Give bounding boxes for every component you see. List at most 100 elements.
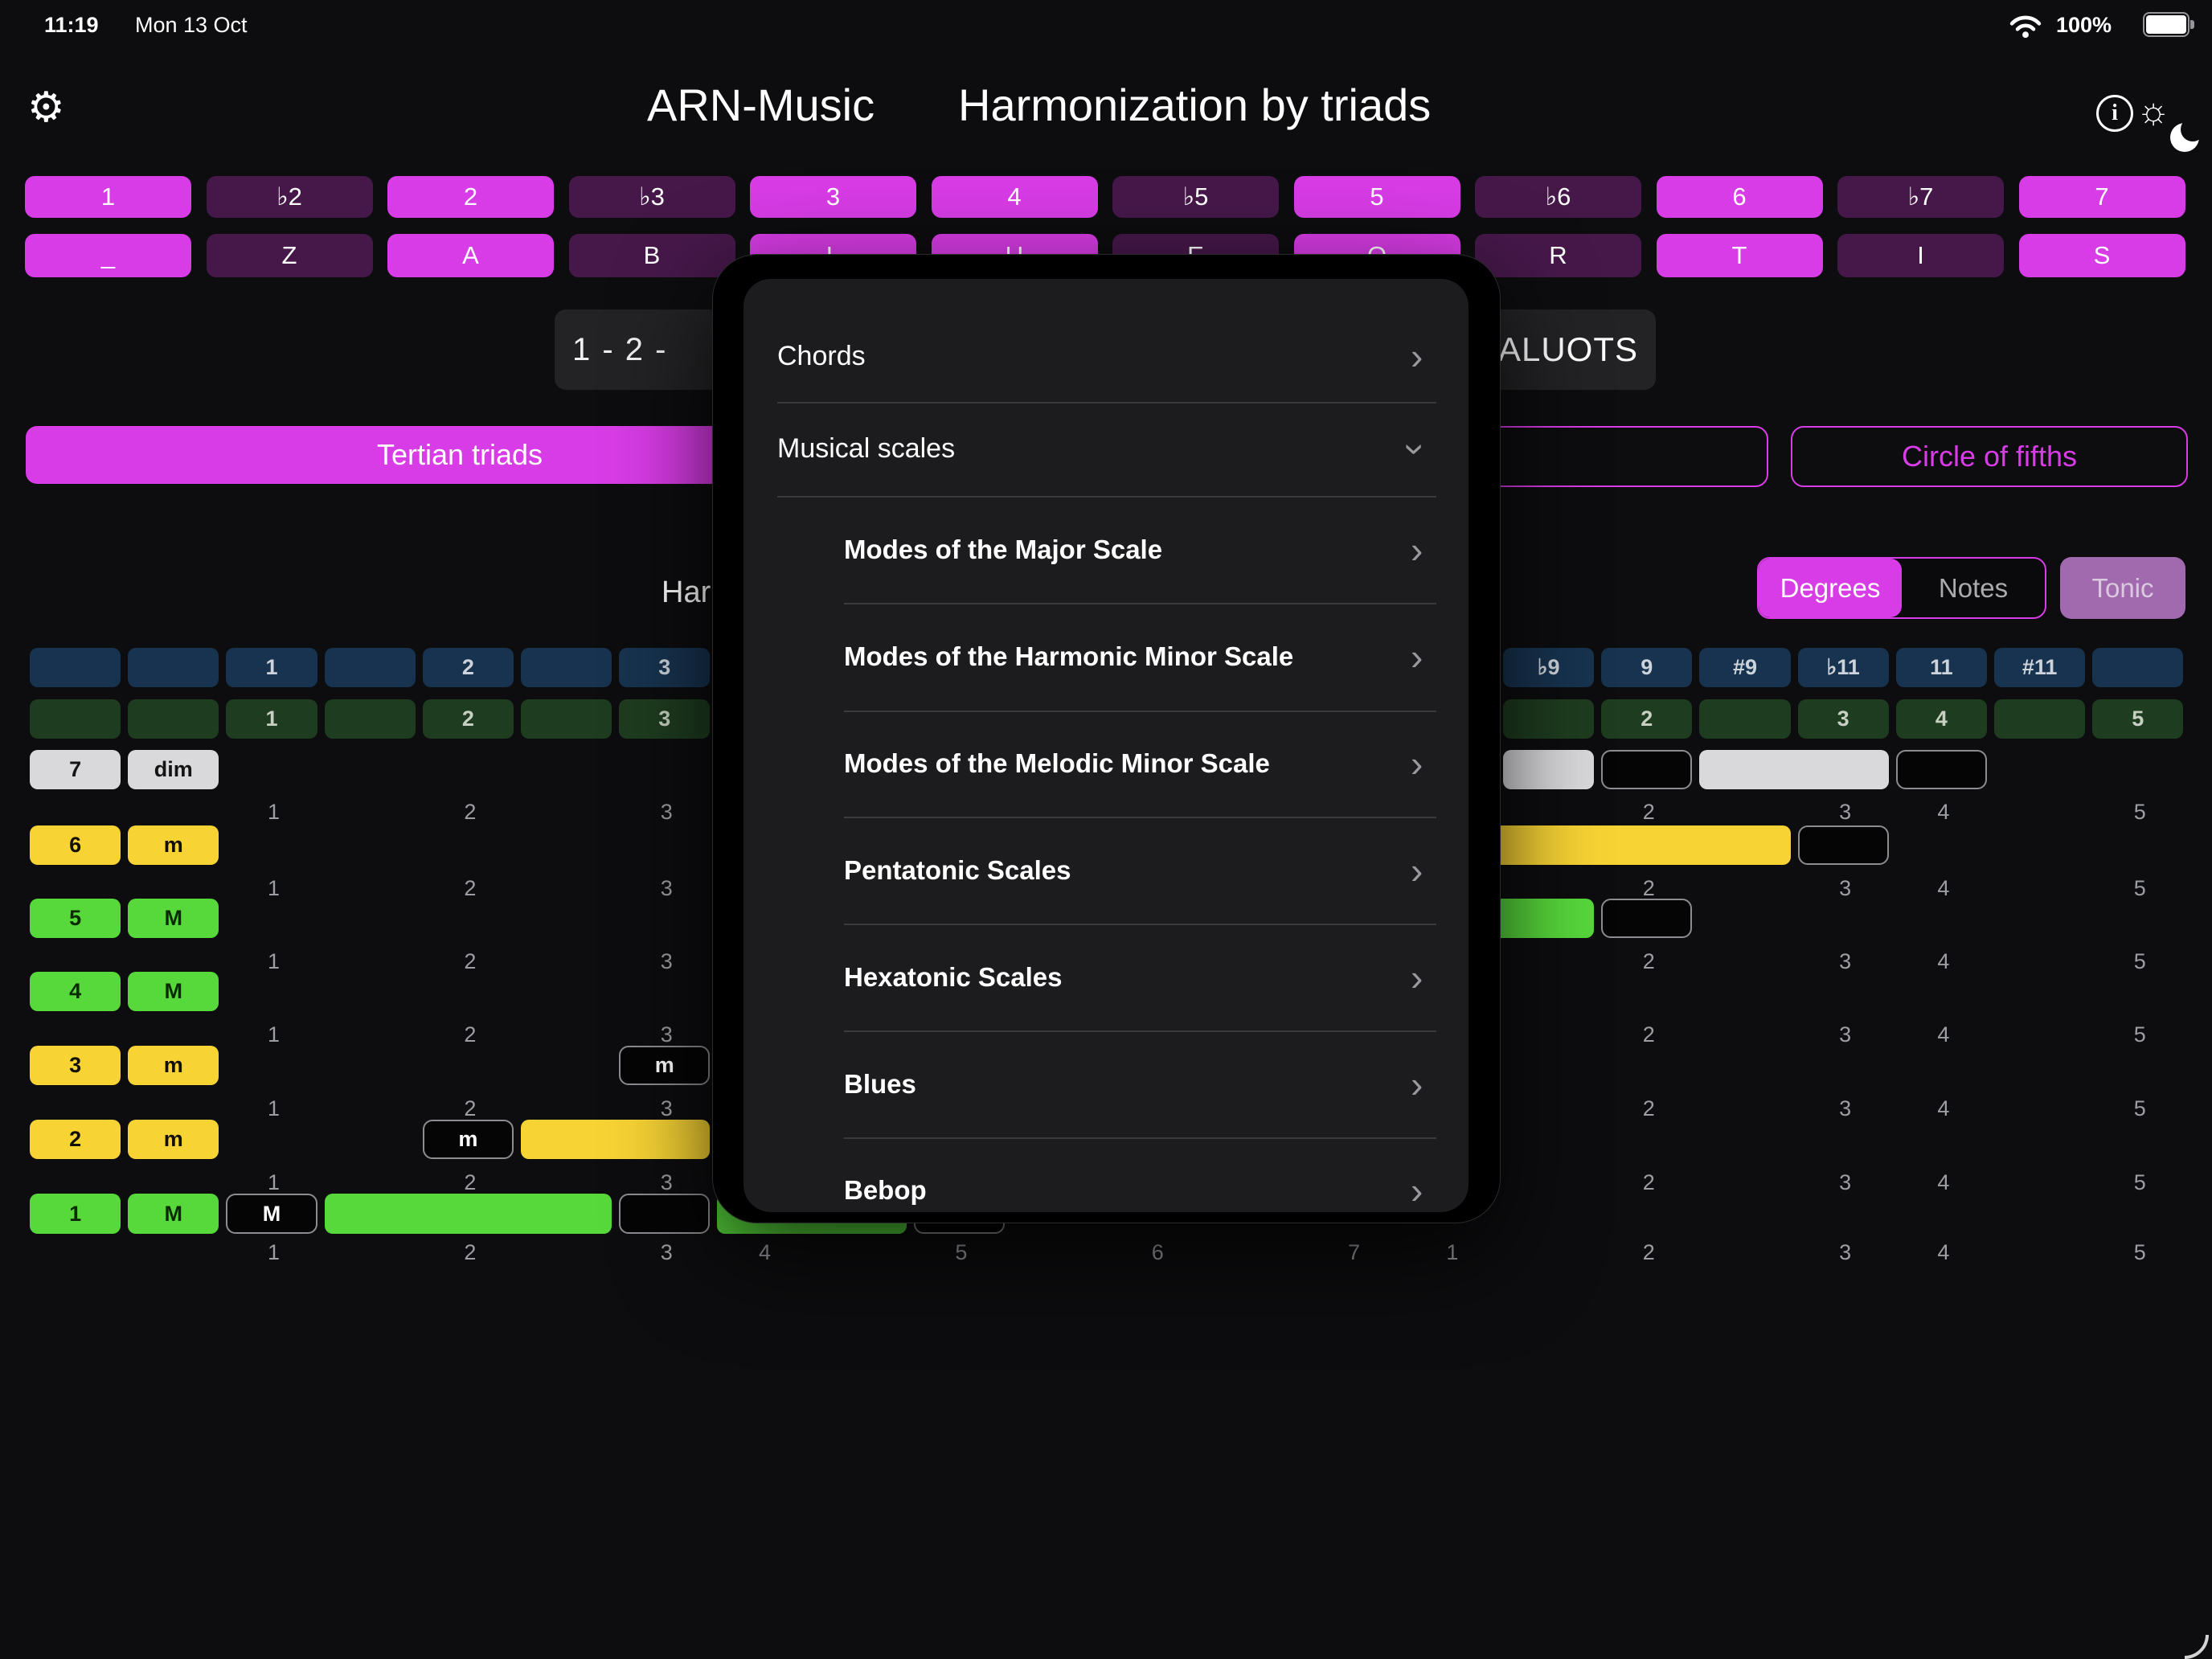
chevron-right-icon: › [1411, 959, 1423, 996]
grid-pill[interactable]: 1 [226, 648, 317, 687]
grid-pill[interactable]: 9 [1601, 648, 1692, 687]
grid-pill[interactable]: m [128, 825, 219, 865]
grid-pill[interactable]: M [226, 1194, 317, 1234]
menu-item-pentatonic-scales[interactable]: Pentatonic Scales› [743, 817, 1469, 924]
grid-pill[interactable]: 2 [30, 1120, 121, 1159]
grid-number: 2 [1600, 1239, 1698, 1266]
menu-item-modes-of-the-major-scale[interactable]: Modes of the Major Scale› [743, 496, 1469, 603]
grid-pill[interactable] [128, 699, 219, 739]
grid-number: 1 [224, 1096, 322, 1120]
grid-pill[interactable]: ♭9 [1503, 648, 1594, 687]
grid-pill[interactable] [1601, 750, 1692, 789]
grid-pill[interactable]: m [128, 1120, 219, 1159]
grid-pill[interactable] [521, 699, 612, 739]
grid-number: 5 [2091, 876, 2189, 900]
grid-pill[interactable]: M [128, 972, 219, 1011]
grid-pill[interactable]: 4 [30, 972, 121, 1011]
grid-pill[interactable] [325, 1194, 612, 1234]
grid-number: 3 [617, 876, 715, 900]
chevron-right-icon: › [1411, 852, 1423, 889]
grid-pill[interactable]: 3 [619, 648, 710, 687]
corner-swipe-indicator-icon [2151, 1601, 2212, 1659]
grid-pill[interactable] [325, 648, 416, 687]
grid-number: 3 [1796, 876, 1895, 900]
menu-item-hexatonic-scales[interactable]: Hexatonic Scales› [743, 924, 1469, 1030]
grid-pill[interactable]: #9 [1699, 648, 1790, 687]
grid-pill[interactable] [521, 1120, 710, 1159]
grid-number: 2 [1600, 1170, 1698, 1194]
grid-pill[interactable]: ♭11 [1798, 648, 1889, 687]
grid-pill[interactable] [1601, 899, 1692, 938]
grid-number: 5 [2091, 1239, 2189, 1266]
grid-pill[interactable] [30, 699, 121, 739]
grid-pill[interactable] [521, 648, 612, 687]
grid-pill[interactable]: 2 [423, 699, 514, 739]
grid-number: 4 [1895, 800, 1993, 824]
grid-number: 1 [224, 1239, 322, 1266]
grid-pill[interactable] [30, 648, 121, 687]
grid-pill[interactable]: #11 [1994, 648, 2085, 687]
grid-pill[interactable] [1798, 825, 1889, 865]
chevron-right-icon: › [1411, 638, 1423, 675]
grid-pill[interactable] [1994, 699, 2085, 739]
grid-pill[interactable]: 11 [1896, 648, 1987, 687]
grid-number: 3 [617, 949, 715, 973]
grid-pill[interactable] [1699, 699, 1790, 739]
grid-pill[interactable]: 3 [30, 1046, 121, 1085]
menu-item-label: Modes of the Major Scale [844, 535, 1162, 565]
grid-number: 3 [1796, 800, 1895, 824]
grid-number: 1 [1403, 1239, 1501, 1266]
grid-number: 6 [1108, 1239, 1206, 1266]
grid-number: 7 [1305, 1239, 1403, 1266]
grid-pill[interactable]: m [423, 1120, 514, 1159]
menu-item-bebop[interactable]: Bebop› [743, 1137, 1469, 1212]
grid-number: 4 [1895, 1096, 1993, 1120]
grid-pill[interactable]: 7 [30, 750, 121, 789]
grid-pill[interactable] [1896, 750, 1987, 789]
grid-number: 1 [224, 1022, 322, 1047]
grid-pill[interactable]: dim [128, 750, 219, 789]
grid-pill[interactable] [325, 699, 416, 739]
grid-pill[interactable]: 3 [1798, 699, 1889, 739]
grid-pill[interactable]: M [128, 899, 219, 938]
grid-number: 4 [1895, 1022, 1993, 1047]
menu-item-modes-of-the-melodic-minor-scale[interactable]: Modes of the Melodic Minor Scale › [743, 711, 1469, 817]
grid-pill[interactable]: 1 [30, 1194, 121, 1234]
row-axis: 123456712345 [0, 1239, 2212, 1266]
grid-number: 3 [617, 1096, 715, 1120]
menu-item-label: Modes of the Melodic Minor Scale [844, 748, 1270, 779]
grid-number: 5 [2091, 949, 2189, 973]
grid-pill[interactable]: 2 [1601, 699, 1692, 739]
grid-pill[interactable]: 5 [2092, 699, 2183, 739]
chevron-right-icon: › [1411, 745, 1423, 782]
grid-pill[interactable]: m [619, 1046, 710, 1085]
grid-number: 3 [617, 1022, 715, 1047]
grid-pill[interactable]: 1 [226, 699, 317, 739]
grid-number: 2 [421, 949, 519, 973]
grid-number: 4 [715, 1239, 813, 1266]
grid-pill[interactable]: 5 [30, 899, 121, 938]
grid-pill[interactable]: M [128, 1194, 219, 1234]
grid-pill[interactable]: 2 [423, 648, 514, 687]
menu-item-musical-scales[interactable]: Musical scales› [743, 402, 1469, 496]
grid-pill[interactable] [128, 648, 219, 687]
grid-pill[interactable] [1503, 699, 1594, 739]
grid-pill[interactable]: 3 [619, 699, 710, 739]
grid-pill[interactable] [1699, 750, 1888, 789]
grid-pill[interactable]: 4 [1896, 699, 1987, 739]
menu-item-modes-of-the-harmonic-minor-scale[interactable]: Modes of the Harmonic Minor Scale› [743, 603, 1469, 711]
grid-number: 2 [421, 1239, 519, 1266]
grid-number: 2 [421, 1170, 519, 1194]
grid-pill[interactable] [2092, 648, 2183, 687]
grid-pill[interactable]: m [128, 1046, 219, 1085]
menu-item-chords[interactable]: Chords› [743, 310, 1469, 402]
grid-number: 2 [421, 876, 519, 900]
grid-pill[interactable]: 6 [30, 825, 121, 865]
grid-number: 4 [1895, 1170, 1993, 1194]
menu-item-blues[interactable]: Blues› [743, 1030, 1469, 1137]
grid-pill[interactable] [619, 1194, 710, 1234]
grid-pill[interactable] [1503, 750, 1594, 789]
chevron-right-icon: › [1411, 1066, 1423, 1103]
menu-item-label: Bebop [844, 1175, 927, 1206]
grid-number: 3 [1796, 1239, 1895, 1266]
